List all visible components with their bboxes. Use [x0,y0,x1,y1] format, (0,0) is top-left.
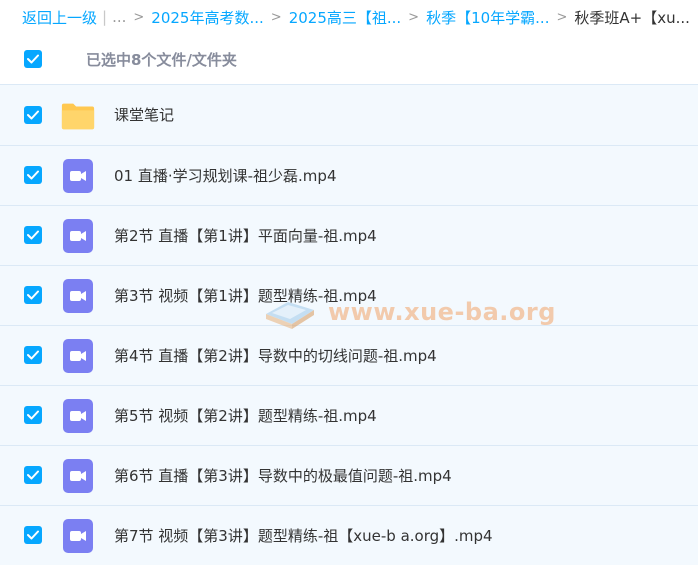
selection-header: 已选中8个文件/文件夹 [0,34,698,84]
check-icon [27,170,39,180]
row-checkbox[interactable] [24,106,42,124]
file-name[interactable]: 第4节 直播【第2讲】导数中的切线问题-祖.mp4 [114,326,437,386]
selection-count: 已选中8个文件/文件夹 [86,50,237,69]
file-name[interactable]: 第6节 直播【第3讲】导数中的极最值问题-祖.mp4 [114,446,452,506]
file-name[interactable]: 第3节 视频【第1讲】题型精练-祖.mp4 [114,266,377,326]
file-name[interactable]: 第7节 视频【第3讲】题型精练-祖【xue-b a.org】.mp4 [114,506,493,566]
check-icon [27,410,39,420]
file-browser: 返回上一级 | ... > 2025年高考数... > 2025高三【祖... … [0,0,698,587]
video-file-icon [60,159,96,193]
list-item[interactable]: 第5节 视频【第2讲】题型精练-祖.mp4 [0,385,698,445]
check-icon [27,350,39,360]
row-checkbox[interactable] [24,286,42,304]
file-name[interactable]: 第5节 视频【第2讲】题型精练-祖.mp4 [114,386,377,446]
list-item[interactable]: 第7节 视频【第3讲】题型精练-祖【xue-b a.org】.mp4 [0,505,698,565]
file-name[interactable]: 第2节 直播【第1讲】平面向量-祖.mp4 [114,206,377,266]
row-checkbox[interactable] [24,166,42,184]
breadcrumb-divider: | [102,8,108,26]
breadcrumb-current: 秋季班A+【xu... [574,8,690,27]
chevron-right-icon: > [270,9,282,25]
row-checkbox[interactable] [24,346,42,364]
video-file-icon [60,459,96,493]
video-file-icon [60,219,96,253]
check-icon [27,110,39,120]
row-checkbox[interactable] [24,526,42,544]
check-icon [27,230,39,240]
breadcrumb-item-2[interactable]: 2025高三【祖... [289,7,401,28]
chevron-right-icon: > [133,9,145,25]
chevron-right-icon: > [408,9,420,25]
file-name[interactable]: 01 直播·学习规划课-祖少磊.mp4 [114,146,336,206]
breadcrumb-item-1[interactable]: 2025年高考数... [151,7,263,28]
file-list: 课堂笔记 01 直播·学习规划课-祖少磊.mp4 第2节 直播【第1讲】平面向量… [0,84,698,565]
check-icon [27,290,39,300]
chevron-right-icon: > [556,9,568,25]
video-file-icon [60,279,96,313]
breadcrumb: 返回上一级 | ... > 2025年高考数... > 2025高三【祖... … [0,0,698,34]
breadcrumb-ellipsis[interactable]: ... [112,8,126,26]
check-icon [27,54,39,64]
list-item[interactable]: 第3节 视频【第1讲】题型精练-祖.mp4 [0,265,698,325]
folder-icon [60,99,96,133]
row-checkbox[interactable] [24,406,42,424]
file-name[interactable]: 课堂笔记 [114,85,174,146]
list-item[interactable]: 第6节 直播【第3讲】导数中的极最值问题-祖.mp4 [0,445,698,505]
list-item[interactable]: 第2节 直播【第1讲】平面向量-祖.mp4 [0,205,698,265]
list-item[interactable]: 第4节 直播【第2讲】导数中的切线问题-祖.mp4 [0,325,698,385]
video-file-icon [60,519,96,553]
row-checkbox[interactable] [24,466,42,484]
video-file-icon [60,399,96,433]
breadcrumb-item-3[interactable]: 秋季【10年学霸... [426,7,549,28]
list-item[interactable]: 课堂笔记 [0,84,698,145]
video-file-icon [60,339,96,373]
list-item[interactable]: 01 直播·学习规划课-祖少磊.mp4 [0,145,698,205]
check-icon [27,530,39,540]
select-all-checkbox[interactable] [24,50,42,68]
back-link[interactable]: 返回上一级 [22,7,97,28]
check-icon [27,470,39,480]
row-checkbox[interactable] [24,226,42,244]
